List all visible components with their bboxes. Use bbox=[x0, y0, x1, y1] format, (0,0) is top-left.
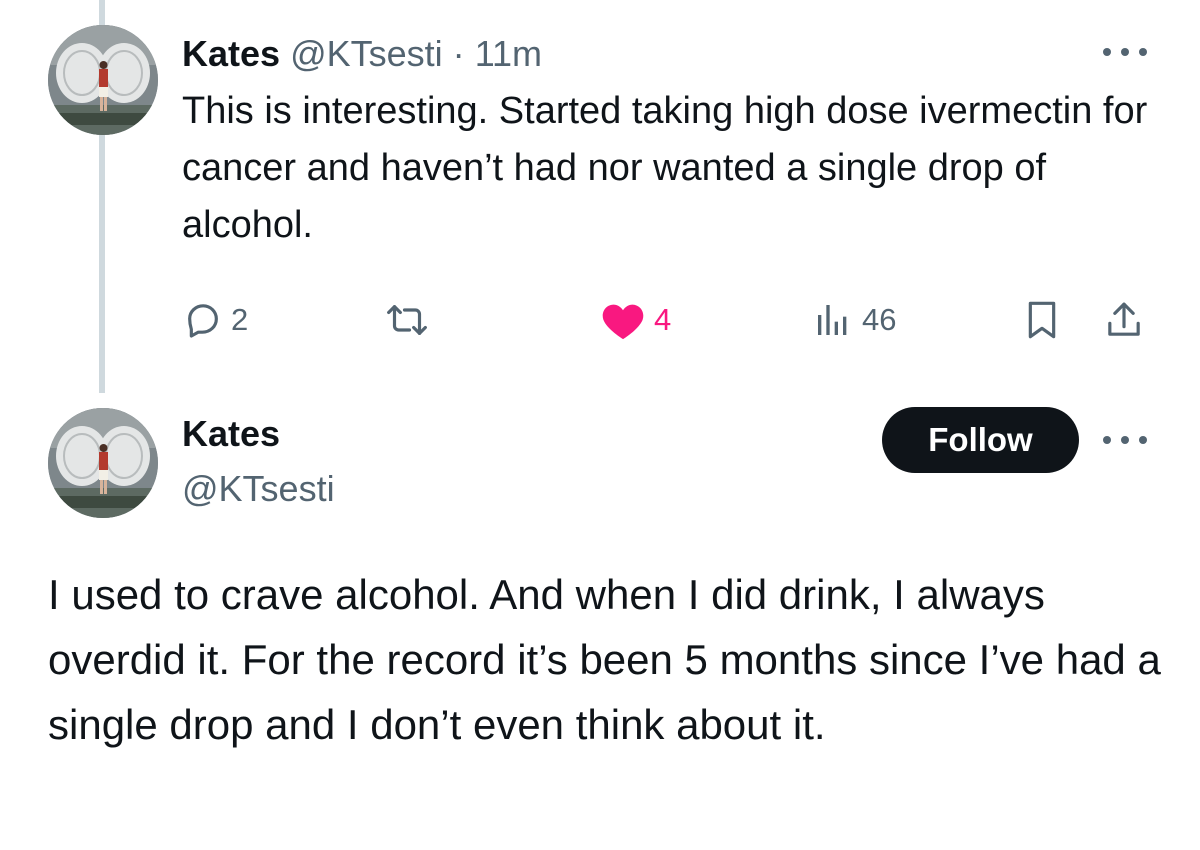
views-button[interactable]: 46 bbox=[812, 290, 896, 350]
retweet-button[interactable] bbox=[384, 290, 430, 350]
reply-count: 2 bbox=[231, 302, 249, 337]
heart-icon bbox=[602, 304, 644, 340]
views-icon bbox=[818, 305, 847, 335]
reply-icon bbox=[188, 304, 218, 338]
avatar[interactable] bbox=[48, 408, 158, 518]
share-button[interactable] bbox=[1104, 290, 1144, 350]
tweet-header: Kates @KTsesti · 11m bbox=[182, 30, 542, 78]
retweet-icon bbox=[387, 305, 427, 335]
like-count: 4 bbox=[654, 302, 672, 337]
like-button[interactable]: 4 bbox=[600, 290, 671, 350]
tweet-timestamp[interactable]: 11m bbox=[475, 33, 542, 74]
author-handle[interactable]: @KTsesti bbox=[290, 33, 443, 74]
reply-button[interactable]: 2 bbox=[183, 290, 248, 350]
author-handle[interactable]: @KTsesti bbox=[182, 465, 335, 513]
views-count: 46 bbox=[862, 302, 897, 337]
more-icon[interactable] bbox=[1103, 430, 1147, 450]
more-icon[interactable] bbox=[1103, 42, 1147, 62]
tweet-text: This is interesting. Started taking high… bbox=[182, 90, 1148, 246]
bookmark-icon bbox=[1028, 301, 1056, 339]
tweet-action-bar: 2 4 46 bbox=[0, 290, 1200, 350]
author-name[interactable]: Kates bbox=[182, 33, 280, 74]
header-separator: · bbox=[452, 33, 465, 74]
tweet-text: I used to crave alcohol. And when I did … bbox=[48, 571, 1161, 748]
share-icon bbox=[1108, 302, 1140, 336]
bookmark-button[interactable] bbox=[1022, 290, 1062, 350]
follow-button[interactable]: Follow bbox=[882, 407, 1079, 473]
avatar[interactable] bbox=[48, 25, 158, 135]
author-name[interactable]: Kates bbox=[182, 410, 280, 458]
